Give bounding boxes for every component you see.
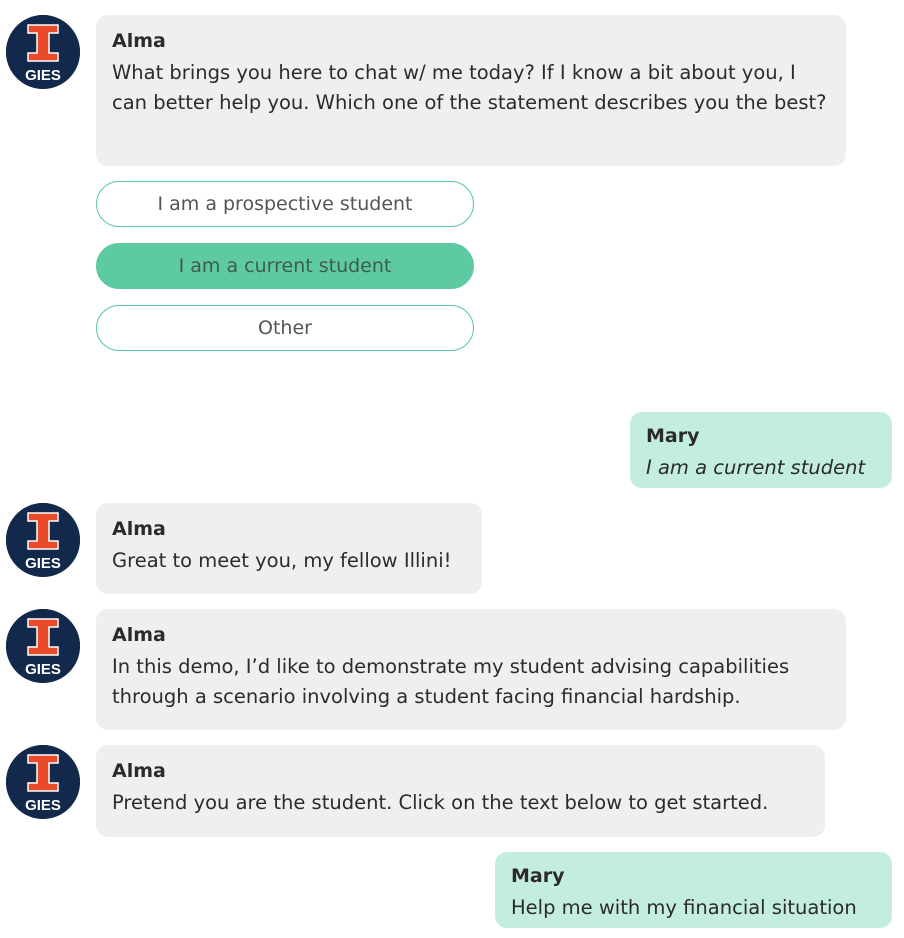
bot-message: Alma What brings you here to chat w/ me … bbox=[96, 15, 846, 166]
gies-logo-icon: GIES bbox=[6, 15, 80, 89]
option-current-student[interactable]: I am a current student bbox=[96, 243, 474, 289]
alma-avatar: GIES bbox=[6, 503, 80, 577]
message-text: In this demo, I’d like to demonstrate my… bbox=[112, 655, 790, 708]
sender-name: Alma bbox=[112, 30, 166, 52]
user-message[interactable]: Mary Help me with my financial situation bbox=[495, 852, 892, 928]
gies-logo-icon: GIES bbox=[6, 745, 80, 819]
sender-name: Mary bbox=[646, 425, 700, 447]
bot-message: Alma Pretend you are the student. Click … bbox=[96, 745, 825, 837]
bot-message: Alma In this demo, I’d like to demonstra… bbox=[96, 609, 846, 730]
sender-name: Alma bbox=[112, 760, 166, 782]
svg-text:GIES: GIES bbox=[25, 661, 61, 678]
svg-text:GIES: GIES bbox=[25, 555, 61, 572]
option-prospective-student[interactable]: I am a prospective student bbox=[96, 181, 474, 227]
user-message: Mary I am a current student bbox=[630, 412, 892, 488]
alma-avatar: GIES bbox=[6, 745, 80, 819]
message-text: I am a current student bbox=[646, 456, 866, 479]
alma-avatar: GIES bbox=[6, 609, 80, 683]
message-text: Help me with my financial situation bbox=[511, 896, 857, 919]
message-text: Great to meet you, my fellow Illini! bbox=[112, 549, 452, 572]
alma-avatar: GIES bbox=[6, 15, 80, 89]
message-text: Pretend you are the student. Click on th… bbox=[112, 791, 769, 814]
bot-message: Alma Great to meet you, my fellow Illini… bbox=[96, 503, 482, 594]
svg-text:GIES: GIES bbox=[25, 67, 61, 84]
gies-logo-icon: GIES bbox=[6, 609, 80, 683]
sender-name: Alma bbox=[112, 518, 166, 540]
gies-logo-icon: GIES bbox=[6, 503, 80, 577]
sender-name: Alma bbox=[112, 624, 166, 646]
option-other[interactable]: Other bbox=[96, 305, 474, 351]
message-text: What brings you here to chat w/ me today… bbox=[112, 61, 827, 114]
svg-text:GIES: GIES bbox=[25, 797, 61, 814]
sender-name: Mary bbox=[511, 865, 565, 887]
